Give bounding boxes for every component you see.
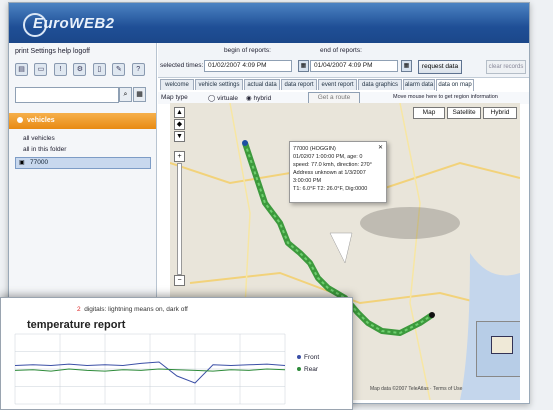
help-icon[interactable]: ?: [131, 63, 145, 76]
legend-item: Rear: [297, 366, 318, 373]
search-icon[interactable]: ⌕: [119, 87, 132, 102]
search-input[interactable]: [15, 87, 119, 103]
map-footer: Map data ©2007 TeleAtlas · Terms of Use: [370, 386, 463, 392]
info-line: Address unknown at 1/3/2007 3:00:00 PM: [293, 170, 366, 184]
satellite-type-button[interactable]: Satellite: [447, 107, 481, 119]
digitals-caption: 2 digitals: lightning means on, dark off: [77, 306, 188, 313]
toolbar: ▤ ▭ ! ⚙ ▯ ✎ ?: [15, 63, 147, 77]
calendar-icon[interactable]: ▦: [298, 60, 309, 72]
vehicle-list-item-selected[interactable]: ▣ 77000: [15, 157, 151, 169]
settings-icon[interactable]: ⚙: [73, 63, 87, 76]
tab-data-report[interactable]: data report: [281, 79, 317, 90]
search-row: ⌕ ▦: [15, 87, 146, 103]
legend-item: Front: [297, 354, 319, 361]
digitals-marker: 2: [77, 306, 81, 313]
route-start-marker[interactable]: [242, 140, 248, 146]
document-icon[interactable]: ▯: [92, 63, 106, 76]
tab-data-graphics[interactable]: data graphics: [358, 79, 402, 90]
zoom-control: ▲ ◆ ▼ + −: [172, 107, 186, 287]
menu-bar[interactable]: print Settings help logoff: [15, 48, 90, 55]
overview-minimap[interactable]: [476, 321, 520, 377]
map-info-popup: ✕ 77000 (HOGGIN) 01/02/07 1:00:00 PM, ag…: [289, 141, 387, 203]
end-date-field[interactable]: 01/04/2007 4:09 PM: [310, 60, 398, 72]
temperature-report-window: 2 digitals: lightning means on, dark off…: [0, 297, 353, 410]
tab-actual-data[interactable]: actual data: [244, 79, 280, 90]
end-label: end of reports:: [320, 47, 362, 54]
vehicle-label: 77000: [30, 159, 49, 166]
info-line: speed: 77.0 kmh, direction: 270°: [293, 162, 372, 168]
info-line: 77000 (HOGGIN): [293, 146, 336, 152]
info-line: T1: 6.0°F T2: 26.0°F, Dig:0000: [293, 186, 368, 192]
map-type-option[interactable]: ◉ hybrid: [246, 94, 271, 102]
tab-data-on-map[interactable]: data on map: [436, 79, 474, 91]
close-icon[interactable]: ✕: [378, 144, 383, 152]
tab-alarm-data[interactable]: alarm data: [403, 79, 435, 90]
pan-up-icon[interactable]: ▲: [174, 107, 185, 118]
hybrid-type-button[interactable]: Hybrid: [483, 107, 517, 119]
legend-label: Rear: [304, 366, 319, 373]
edit-icon[interactable]: ✎: [112, 63, 126, 76]
legend-swatch: [297, 367, 301, 372]
truck-icon: ▣: [19, 160, 25, 166]
tab-welcome[interactable]: welcome: [160, 79, 194, 90]
route-end-marker[interactable]: [429, 312, 435, 318]
tab-event-report[interactable]: event report: [318, 79, 357, 90]
zoom-out-icon[interactable]: −: [174, 275, 185, 286]
vehicles-header[interactable]: vehicles: [9, 113, 156, 129]
clear-records-button[interactable]: clear records: [486, 60, 526, 74]
map-type-option-label: hybrid: [253, 95, 272, 102]
chart-title: temperature report: [27, 319, 126, 331]
zoom-slider[interactable]: [177, 163, 182, 275]
tab-bar: welcome vehicle settings actual data dat…: [158, 79, 529, 91]
request-data-button[interactable]: request data: [418, 60, 462, 74]
map-type-label: Map type: [161, 94, 188, 101]
selected-times-label: selected times:: [160, 62, 204, 69]
filter-icon[interactable]: ▦: [133, 87, 146, 102]
vehicle-list-item[interactable]: all in this folder: [23, 146, 66, 153]
zoom-in-icon[interactable]: +: [174, 151, 185, 162]
vehicle-list-item[interactable]: all vehicles: [23, 135, 55, 142]
tab-vehicle-settings[interactable]: vehicle settings: [195, 79, 243, 90]
app-logo: EuroWEB2: [33, 15, 115, 32]
vehicles-icon: [17, 117, 23, 124]
time-selection-bar: begin of reports: end of reports: select…: [158, 43, 529, 78]
map-hint: Move mouse here to get region informatio…: [393, 94, 498, 100]
legend-label: Front: [304, 354, 320, 361]
map-type-option-label: virtuale: [217, 95, 239, 102]
begin-date-field[interactable]: 01/02/2007 4:09 PM: [204, 60, 292, 72]
map-type-option[interactable]: ◯ virtuale: [208, 94, 238, 102]
begin-label: begin of reports:: [224, 47, 271, 54]
pan-center-icon[interactable]: ◆: [174, 119, 185, 130]
map-type-button[interactable]: Map: [413, 107, 445, 119]
calendar-icon[interactable]: ▦: [401, 60, 412, 72]
info-line: 01/02/07 1:00:00 PM, age: 0: [293, 154, 363, 160]
vehicles-header-label: vehicles: [27, 117, 55, 124]
legend-swatch: [297, 355, 301, 360]
pan-down-icon[interactable]: ▼: [174, 131, 185, 142]
warning-icon[interactable]: !: [53, 63, 67, 76]
folder-icon[interactable]: ▭: [34, 63, 48, 76]
title-bar: EuroWEB2: [9, 3, 529, 43]
print-icon[interactable]: ▤: [15, 63, 28, 76]
digitals-caption-text: digitals: lightning means on, dark off: [84, 306, 188, 313]
